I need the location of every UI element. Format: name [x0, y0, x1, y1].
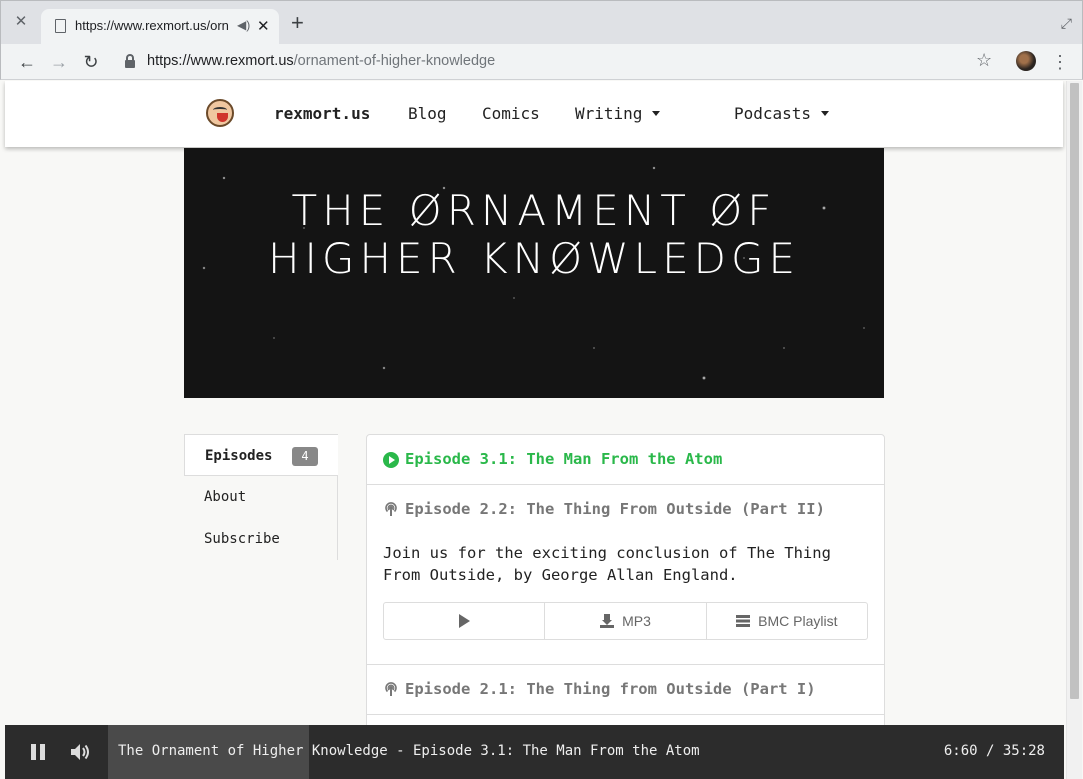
address-bar[interactable]: https://www.rexmort.us/ornament-of-highe… — [147, 53, 495, 69]
audio-player: The Ornament of Higher Knowledge - Episo… — [5, 725, 1064, 779]
episode-title: Episode 2.2: The Thing From Outside (Par… — [405, 500, 825, 518]
caret-down-icon — [821, 111, 830, 116]
episode-description: Join us for the exciting conclusion of T… — [383, 544, 831, 584]
back-icon[interactable]: ← — [15, 50, 39, 74]
now-playing-title: The Ornament of Higher Knowledge - Episo… — [118, 743, 700, 759]
page-viewport: rexmort.us Blog Comics Writing Podcasts … — [1, 81, 1066, 779]
speaker-icon[interactable]: ◀) — [237, 18, 250, 32]
download-icon — [600, 614, 615, 628]
url-path: /ornament-of-higher-knowledge — [293, 53, 496, 69]
lock-icon[interactable] — [125, 54, 135, 68]
nav-item-writing[interactable]: Writing — [575, 104, 661, 123]
episode-title-link[interactable]: Episode 3.1: The Man From the Atom — [367, 435, 884, 484]
browser-tab-strip: ✕ https://www.rexmort.us/ornament-of-hig… — [0, 0, 1083, 45]
site-navbar: rexmort.us Blog Comics Writing Podcasts — [5, 81, 1063, 147]
playlist-button[interactable]: BMC Playlist — [707, 603, 867, 639]
profile-avatar[interactable] — [1016, 51, 1036, 71]
episode-title: Episode 2.1: The Thing from Outside (Par… — [405, 680, 816, 698]
volume-icon[interactable] — [69, 742, 91, 762]
list-item: Episode 2.1: The Thing from Outside (Par… — [367, 665, 884, 715]
browser-toolbar: ← → ↻ https://www.rexmort.us/ornament-of… — [0, 44, 1083, 80]
kebab-menu-icon[interactable]: ⋮ — [1051, 50, 1069, 74]
playlist-button-label: BMC Playlist — [758, 613, 838, 629]
episode-title-link[interactable]: Episode 2.2: The Thing From Outside (Par… — [367, 485, 884, 534]
reload-icon[interactable]: ↻ — [79, 50, 103, 74]
sidebar-item-label: About — [204, 489, 247, 505]
nav-item-comics[interactable]: Comics — [482, 104, 540, 123]
nav-item-blog[interactable]: Blog — [408, 104, 447, 123]
podcast-icon — [385, 502, 397, 516]
new-tab-icon[interactable]: + — [291, 12, 304, 34]
url-host: https://www.rexmort.us — [147, 53, 294, 69]
podcast-icon — [385, 682, 397, 696]
nav-item-writing-label: Writing — [575, 104, 643, 123]
tab-close-icon[interactable]: ✕ — [257, 17, 270, 35]
forward-icon[interactable]: → — [47, 50, 71, 74]
document-icon — [55, 19, 66, 33]
tab-title: https://www.rexmort.us/ornament-of-highe… — [75, 18, 229, 33]
caret-down-icon — [652, 111, 661, 116]
sidebar-item-label: Subscribe — [204, 531, 280, 547]
nav-item-podcasts[interactable]: Podcasts — [734, 104, 830, 123]
banner-title-line-2: Higher Knøwledge — [267, 234, 801, 283]
sidebar-item-about[interactable]: About — [184, 476, 338, 518]
close-window-icon[interactable]: ✕ — [13, 14, 29, 30]
nav-brand[interactable]: rexmort.us — [274, 104, 370, 123]
maximize-icon[interactable]: ⤢ — [1061, 15, 1072, 32]
star-icon[interactable]: ☆ — [976, 50, 992, 71]
pause-icon[interactable] — [31, 744, 45, 760]
episode-count-badge: 4 — [292, 447, 318, 466]
play-circle-icon — [383, 452, 399, 468]
sidebar-item-episodes[interactable]: Episodes 4 — [184, 434, 338, 476]
list-item: Episode 3.1: The Man From the Atom — [367, 435, 884, 485]
episode-title: Episode 3.1: The Man From the Atom — [405, 450, 723, 468]
list-icon — [736, 615, 751, 627]
play-icon — [458, 614, 470, 628]
nav-item-podcasts-label: Podcasts — [734, 104, 812, 123]
podcast-banner: The Ørnament øf Higher Knøwledge — [184, 148, 884, 398]
playback-time: 6:60 / 35:28 — [943, 743, 1045, 759]
banner-title-line-1: The Ørnament øf — [291, 186, 777, 235]
banner-title: The Ørnament øf Higher Knøwledge — [184, 190, 884, 280]
episode-title-link[interactable]: Episode 2.1: The Thing from Outside (Par… — [367, 665, 884, 714]
play-button[interactable] — [384, 603, 546, 639]
episode-actions: MP3 BMC Playlist — [383, 602, 868, 640]
mp3-download-button[interactable]: MP3 — [545, 603, 707, 639]
sidebar-nav: Episodes 4 About Subscribe — [184, 434, 338, 560]
list-item: Episode 2.2: The Thing From Outside (Par… — [367, 485, 884, 665]
site-logo-icon[interactable] — [206, 99, 234, 127]
mp3-button-label: MP3 — [622, 613, 651, 629]
scrollbar-thumb[interactable] — [1070, 83, 1079, 699]
scrollbar[interactable] — [1066, 81, 1082, 779]
sidebar-item-label: Episodes — [205, 448, 273, 464]
browser-tab[interactable]: https://www.rexmort.us/ornament-of-highe… — [41, 9, 279, 45]
sidebar-item-subscribe[interactable]: Subscribe — [184, 518, 338, 560]
